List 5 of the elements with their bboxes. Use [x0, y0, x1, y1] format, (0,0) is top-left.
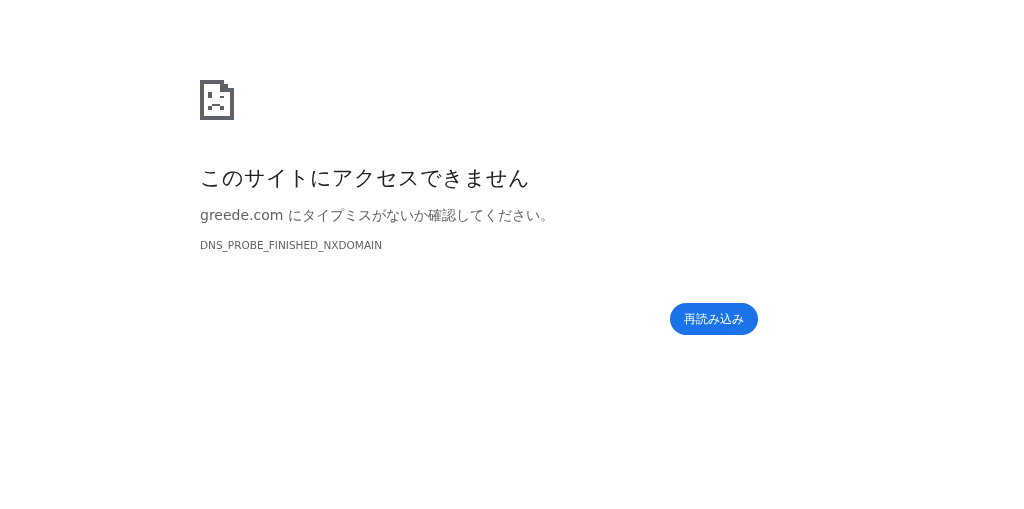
- error-message: greede.com にタイプミスがないか確認してください。: [200, 206, 554, 225]
- error-heading: このサイトにアクセスできません: [200, 165, 530, 191]
- sad-page-icon: [200, 80, 234, 120]
- error-code: DNS_PROBE_FINISHED_NXDOMAIN: [200, 239, 383, 251]
- reload-button[interactable]: 再読み込み: [670, 303, 758, 335]
